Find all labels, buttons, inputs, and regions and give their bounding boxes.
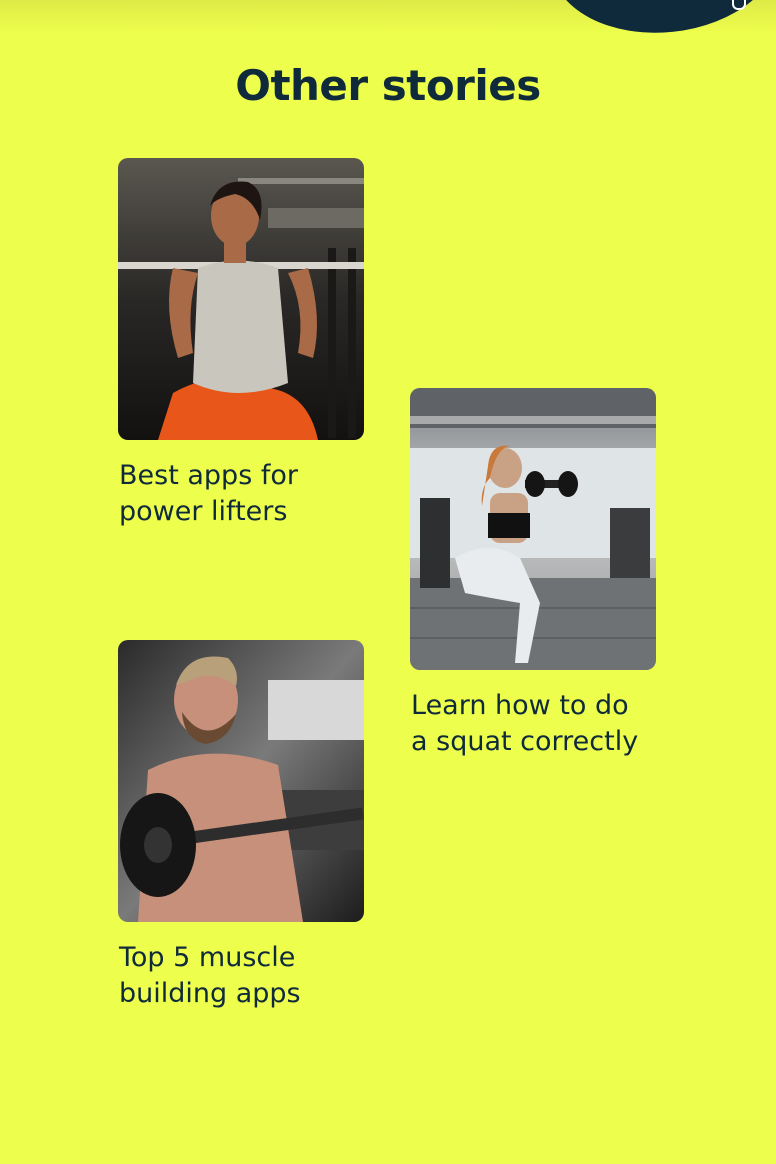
story-image-man-curl[interactable]	[118, 640, 364, 922]
story-card-squat[interactable]: Learn how to do a squat correctly	[410, 388, 656, 760]
story-image-woman-barbell[interactable]	[118, 158, 364, 440]
story-title[interactable]: Top 5 muscle building apps	[119, 940, 359, 1012]
story-card-power-lifters[interactable]: Best apps for power lifters	[118, 158, 364, 530]
story-title[interactable]: Best apps for power lifters	[119, 458, 359, 530]
section-title: Other stories	[235, 60, 541, 110]
corner-link-icon[interactable]	[732, 0, 746, 10]
story-image-woman-squat[interactable]	[410, 388, 656, 670]
story-card-muscle-apps[interactable]: Top 5 muscle building apps	[118, 640, 364, 1012]
story-title[interactable]: Learn how to do a squat correctly	[411, 688, 651, 760]
